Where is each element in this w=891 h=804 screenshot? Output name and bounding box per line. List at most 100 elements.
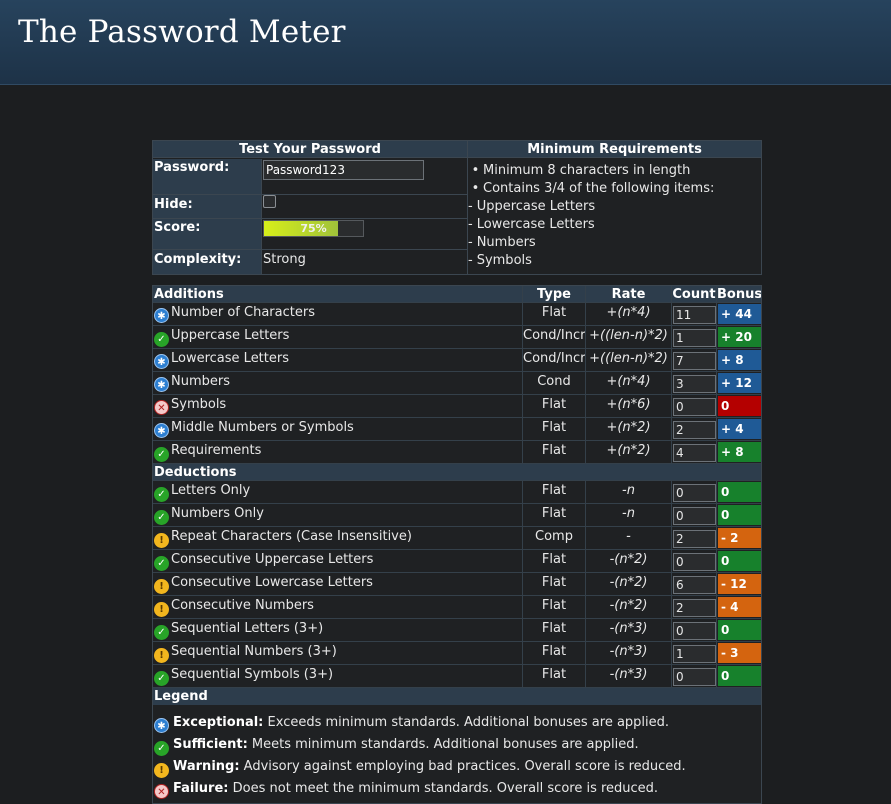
- count-value: 0: [673, 398, 716, 416]
- count-value: 0: [673, 622, 716, 640]
- table-row: ✓ Letters Only Flat -n 0 0: [153, 481, 761, 504]
- rate-cell: -(n*3): [585, 642, 671, 664]
- rate-cell: +(n*4): [585, 372, 671, 394]
- count-cell: 0: [671, 665, 716, 687]
- criteria-name-cell: ✱ Middle Numbers or Symbols: [153, 418, 522, 440]
- legend-item: ✕ Failure: Does not meet the minimum stan…: [153, 778, 761, 800]
- bonus-cell: + 44: [716, 303, 761, 325]
- additions-header-row: Additions Type Rate Count Bonus: [153, 286, 761, 303]
- count-cell: 0: [671, 481, 716, 503]
- rate-cell: -(n*3): [585, 665, 671, 687]
- count-value: 0: [673, 484, 716, 502]
- requirement-bullet: -: [468, 199, 473, 214]
- type-cell: Flat: [522, 481, 585, 503]
- requirement-text: Uppercase Letters: [476, 199, 596, 214]
- bonus-cell: + 4: [716, 418, 761, 440]
- bonus-column-header: Bonus: [716, 286, 761, 302]
- criteria-name-cell: ✱ Numbers: [153, 372, 522, 394]
- count-value: 4: [673, 444, 716, 462]
- type-cell: Flat: [522, 619, 585, 641]
- password-input[interactable]: [263, 160, 424, 180]
- requirement-text: Contains 3/4 of the following items:: [483, 181, 715, 196]
- requirement-bullet: -: [468, 235, 473, 250]
- type-cell: Flat: [522, 303, 585, 325]
- table-row: ✓ Sequential Symbols (3+) Flat -(n*3) 0 0: [153, 665, 761, 688]
- count-value: 7: [673, 352, 716, 370]
- requirement-item: - Lowercase Letters: [468, 216, 761, 234]
- rate-cell: -(n*2): [585, 573, 671, 595]
- bonus-value: 0: [718, 482, 761, 502]
- rate-cell: +((len-n)*2): [585, 326, 671, 348]
- count-cell: 1: [671, 326, 716, 348]
- criteria-name: Middle Numbers or Symbols: [171, 420, 354, 435]
- count-value: 6: [673, 576, 716, 594]
- warning-icon: !: [154, 579, 169, 594]
- criteria-name-cell: ✓ Requirements: [153, 441, 522, 463]
- requirement-text: Lowercase Letters: [476, 217, 595, 232]
- count-cell: 6: [671, 573, 716, 595]
- criteria-name: Uppercase Letters: [171, 328, 290, 343]
- criteria-name-cell: ✕ Symbols: [153, 395, 522, 417]
- rate-cell: -(n*3): [585, 619, 671, 641]
- criteria-name: Lowercase Letters: [171, 351, 289, 366]
- count-cell: 0: [671, 504, 716, 526]
- score-row: Score: 75%: [153, 219, 468, 250]
- criteria-name: Letters Only: [171, 483, 251, 498]
- criteria-name-cell: ✓ Sequential Letters (3+): [153, 619, 522, 641]
- failure-icon: ✕: [154, 784, 169, 799]
- warning-icon: !: [154, 602, 169, 617]
- legend-term: Exceptional:: [173, 715, 264, 730]
- rate-cell: -n: [585, 504, 671, 526]
- rate-column-header: Rate: [585, 286, 671, 302]
- bonus-cell: + 8: [716, 349, 761, 371]
- legend-description: Meets minimum standards. Additional bonu…: [251, 737, 639, 752]
- criteria-name: Symbols: [171, 397, 227, 412]
- complexity-value: Strong: [263, 252, 306, 267]
- type-cell: Cond/Incr: [522, 326, 585, 348]
- top-panel: Test Your Password Password: Hide: Score…: [152, 140, 762, 275]
- count-cell: 1: [671, 642, 716, 664]
- sufficient-icon: ✓: [154, 671, 169, 686]
- legend: ✱ Exceptional: Exceeds minimum standards.…: [153, 705, 761, 803]
- table-row: ✓ Sequential Letters (3+) Flat -(n*3) 0 0: [153, 619, 761, 642]
- legend-term: Warning:: [173, 759, 240, 774]
- requirement-item: - Numbers: [468, 234, 761, 252]
- legend-term: Failure:: [173, 781, 229, 796]
- bonus-cell: 0: [716, 504, 761, 526]
- count-cell: 7: [671, 349, 716, 371]
- scoring-table: Additions Type Rate Count Bonus ✱ Number …: [152, 285, 762, 804]
- table-row: ✓ Requirements Flat +(n*2) 4 + 8: [153, 441, 761, 464]
- criteria-name: Consecutive Lowercase Letters: [171, 575, 373, 590]
- type-cell: Flat: [522, 665, 585, 687]
- exceptional-icon: ✱: [154, 377, 169, 392]
- table-row: ✱ Lowercase Letters Cond/Incr +((len-n)*2) 7…: [153, 349, 761, 372]
- rate-cell: -: [585, 527, 671, 549]
- bonus-cell: 0: [716, 550, 761, 572]
- password-label: Password:: [153, 159, 262, 194]
- exceptional-icon: ✱: [154, 718, 169, 733]
- type-cell: Cond/Incr: [522, 349, 585, 371]
- bonus-cell: - 3: [716, 642, 761, 664]
- warning-icon: !: [154, 533, 169, 548]
- hide-checkbox[interactable]: [263, 195, 276, 208]
- criteria-name-cell: ✓ Numbers Only: [153, 504, 522, 526]
- exceptional-icon: ✱: [154, 423, 169, 438]
- type-cell: Flat: [522, 596, 585, 618]
- bonus-cell: + 12: [716, 372, 761, 394]
- score-label: Score:: [153, 219, 262, 249]
- requirement-item: - Symbols: [468, 252, 761, 270]
- type-column-header: Type: [522, 286, 585, 302]
- count-cell: 2: [671, 596, 716, 618]
- rate-cell: -n: [585, 481, 671, 503]
- rate-cell: -(n*2): [585, 550, 671, 572]
- bonus-cell: - 4: [716, 596, 761, 618]
- criteria-name-cell: ! Consecutive Numbers: [153, 596, 522, 618]
- type-cell: Flat: [522, 441, 585, 463]
- sufficient-icon: ✓: [154, 625, 169, 640]
- criteria-name: Sequential Numbers (3+): [171, 644, 337, 659]
- sufficient-icon: ✓: [154, 332, 169, 347]
- legend-item: ! Warning: Advisory against employing bad…: [153, 756, 761, 778]
- sufficient-icon: ✓: [154, 510, 169, 525]
- requirement-item: • Contains 3/4 of the following items:: [468, 180, 761, 198]
- count-cell: 0: [671, 550, 716, 572]
